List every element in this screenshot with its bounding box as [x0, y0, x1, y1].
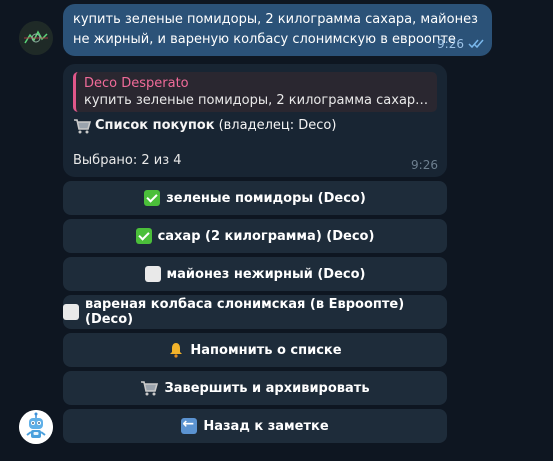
item-button-label: вареная колбаса слонимская (в Евроопте) …: [85, 297, 405, 327]
reply-author: Deco Desperato: [84, 76, 189, 91]
bot-avatar[interactable]: [19, 410, 53, 444]
archive-button[interactable]: Завершить и архивировать: [63, 371, 447, 405]
outgoing-message-text: купить зеленые помидоры, 2 килограмма са…: [73, 12, 478, 47]
outgoing-message-time: 9:26: [437, 37, 464, 51]
reply-snippet: купить зеленые помидоры, 2 килограмма са…: [84, 93, 429, 108]
robot-icon: [19, 410, 53, 444]
user-avatar-image: [19, 21, 53, 55]
list-title: Список покупок (владелец: Deco): [73, 116, 437, 136]
item-button-sausage[interactable]: вареная колбаса слонимская (в Евроопте) …: [63, 295, 447, 329]
cart-icon: [141, 381, 159, 396]
remind-button-label: Напомнить о списке: [190, 342, 342, 358]
selected-count: Выбрано: 2 из 4: [73, 153, 182, 168]
checkmark-icon: [135, 228, 152, 244]
double-check-icon: [468, 39, 484, 49]
outgoing-message-meta: 9:26: [437, 37, 484, 51]
item-button-tomatoes[interactable]: зеленые помидоры (Deco): [63, 181, 447, 215]
remind-button[interactable]: Напомнить о списке: [63, 333, 447, 367]
item-button-label: сахар (2 килограмма) (Deco): [157, 228, 375, 244]
item-button-label: майонез нежирный (Deco): [166, 266, 366, 282]
item-button-sugar[interactable]: сахар (2 килограмма) (Deco): [63, 219, 447, 253]
outgoing-message-bubble[interactable]: купить зеленые помидоры, 2 килограмма са…: [63, 4, 492, 56]
cart-icon: [74, 119, 91, 134]
empty-square-icon: [144, 266, 161, 282]
empty-square-icon: [63, 304, 79, 320]
back-arrow-icon: [181, 416, 198, 434]
reply-quote[interactable]: Deco Desperato купить зеленые помидоры, …: [73, 72, 437, 112]
archive-button-label: Завершить и архивировать: [164, 380, 370, 396]
back-button-label: Назад к заметке: [203, 418, 329, 434]
incoming-message-time: 9:26: [411, 158, 438, 172]
item-button-mayonnaise[interactable]: майонез нежирный (Deco): [63, 257, 447, 291]
bell-icon: [170, 343, 183, 358]
checkmark-icon: [144, 190, 161, 206]
incoming-message-bubble[interactable]: Deco Desperato купить зеленые помидоры, …: [63, 64, 447, 177]
item-button-label: зеленые помидоры (Deco): [166, 190, 366, 206]
list-title-bold: Список покупок: [95, 118, 215, 133]
list-owner: (владелец: Deco): [218, 118, 337, 133]
back-to-note-button[interactable]: Назад к заметке: [63, 409, 447, 443]
user-avatar[interactable]: [19, 21, 53, 55]
